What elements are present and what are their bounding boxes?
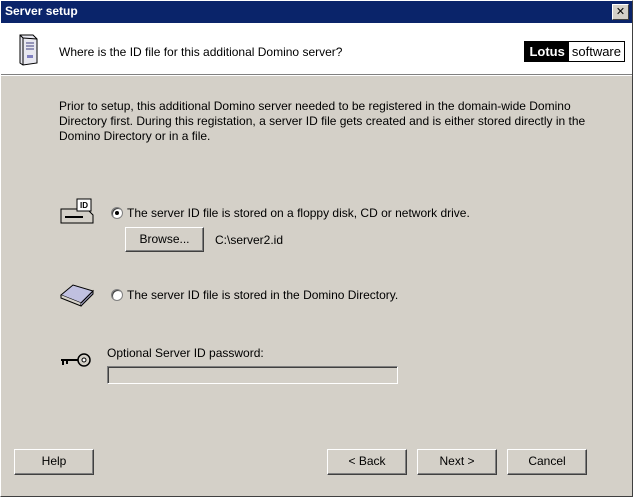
- logo-software-text: software: [568, 42, 624, 61]
- radio-directory-option[interactable]: [111, 289, 123, 301]
- file-option-label[interactable]: The server ID file is stored on a floppy…: [127, 206, 470, 220]
- next-button[interactable]: Next >: [417, 449, 497, 475]
- id-disk-drive-icon: ID: [60, 198, 94, 224]
- svg-text:ID: ID: [80, 201, 88, 210]
- cancel-button[interactable]: Cancel: [507, 449, 587, 475]
- server-tower-icon: [19, 34, 38, 66]
- help-button[interactable]: Help: [14, 449, 94, 475]
- cancel-button-label: Cancel: [528, 454, 566, 468]
- radio-file-option[interactable]: [111, 207, 123, 219]
- browse-button[interactable]: Browse...: [125, 227, 204, 252]
- logo-lotus-text: Lotus: [525, 42, 569, 61]
- header-divider: [1, 75, 632, 76]
- back-button-label: < Back: [348, 454, 386, 468]
- header-question: Where is the ID file for this additional…: [59, 45, 343, 59]
- header-panel: Where is the ID file for this additional…: [1, 23, 632, 75]
- lotus-software-logo: Lotus software: [524, 41, 625, 62]
- close-icon: ✕: [615, 5, 626, 18]
- intro-text: Prior to setup, this additional Domino s…: [59, 99, 586, 143]
- setup-window: Server setup ✕ Where is the ID file for …: [0, 0, 633, 497]
- book-icon: [60, 284, 94, 307]
- password-field[interactable]: [107, 366, 398, 384]
- help-button-label: Help: [41, 454, 67, 468]
- close-button[interactable]: ✕: [612, 4, 629, 20]
- password-label: Optional Server ID password:: [107, 346, 264, 360]
- next-button-label: Next >: [439, 454, 475, 468]
- title-bar[interactable]: Server setup ✕: [1, 1, 632, 23]
- browse-button-label: Browse...: [139, 232, 190, 246]
- directory-option-label[interactable]: The server ID file is stored in the Domi…: [127, 288, 398, 302]
- window-title: Server setup: [5, 4, 78, 18]
- back-button[interactable]: < Back: [327, 449, 407, 475]
- key-icon: [61, 353, 91, 367]
- id-file-path: C:\server2.id: [215, 233, 284, 247]
